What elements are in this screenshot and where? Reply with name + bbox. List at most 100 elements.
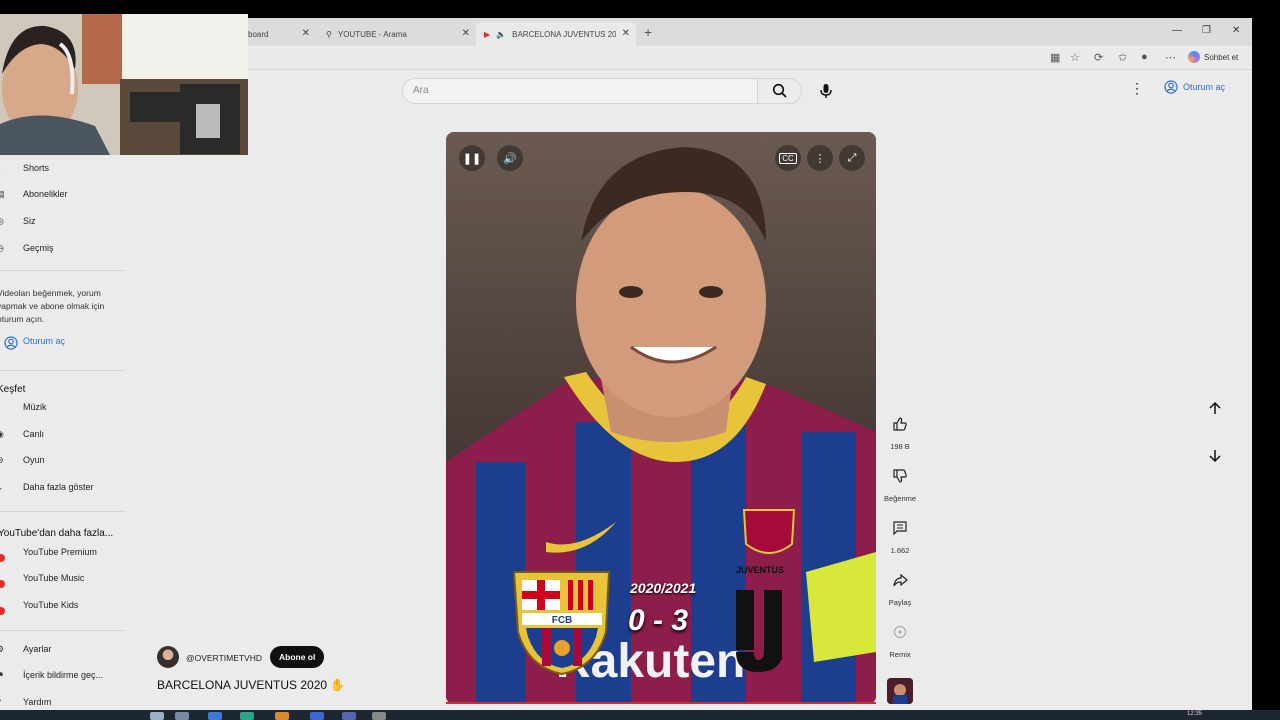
taskbar-clock[interactable]: 12:35 xyxy=(1187,711,1202,717)
webcam-overlay xyxy=(0,14,248,155)
flag-icon: ⚑ xyxy=(0,669,5,680)
divider xyxy=(0,630,126,631)
comment-icon xyxy=(886,514,914,542)
thumbs-up-icon xyxy=(886,410,914,438)
chat-button[interactable]: Sohbet et xyxy=(1188,51,1238,63)
window-close-icon[interactable]: ✕ xyxy=(1232,25,1240,36)
more-options-icon[interactable]: ⋮ xyxy=(1130,80,1144,97)
speaker-icon: 🔈 xyxy=(496,29,507,39)
youtube-music-icon xyxy=(0,580,5,588)
search-button[interactable] xyxy=(758,78,802,104)
sidebar-item-label: Abonelikler xyxy=(23,189,68,199)
expand-icon: ⤢ xyxy=(847,151,857,164)
sidebar-item-label: Oyun xyxy=(23,455,45,465)
remix-icon xyxy=(886,618,914,646)
divider xyxy=(0,511,126,512)
captions-icon: CC xyxy=(779,152,797,164)
tab-barcelona-juventus[interactable]: ▶ 🔈 BARCELONA JUVENTUS 2020 ✕ xyxy=(476,22,636,46)
comment-count: 1.662 xyxy=(890,546,910,555)
voice-search-button[interactable] xyxy=(814,79,838,103)
taskbar-app-icon[interactable] xyxy=(372,712,386,720)
tab-label: YOUTUBE - Arama xyxy=(337,29,407,39)
help-icon: ? xyxy=(0,697,1,707)
score-label: 0 - 3 xyxy=(628,604,689,637)
share-button[interactable]: Paylaş xyxy=(880,566,920,607)
taskbar-app-icon[interactable] xyxy=(310,712,324,720)
account-icon xyxy=(4,336,18,350)
new-tab-button[interactable]: + xyxy=(644,24,652,40)
more-from-youtube-heading: YouTube'dan daha fazla... xyxy=(0,528,114,539)
tab-label: board xyxy=(248,29,269,39)
arrow-up-icon xyxy=(1209,401,1221,414)
taskbar-app-icon[interactable] xyxy=(208,712,222,720)
history-icon: ◷ xyxy=(0,243,4,254)
sidebar-item-label: Müzik xyxy=(23,402,47,412)
signin-note: Videoları beğenmek, yorum yapmak ve abon… xyxy=(0,288,105,324)
volume-icon: 🔊 xyxy=(503,152,517,165)
arrow-down-icon xyxy=(1209,450,1221,463)
share-icon xyxy=(886,566,914,594)
pause-icon: ❚❚ xyxy=(462,152,482,165)
account-icon xyxy=(1164,80,1178,94)
sidebar-item-label: Canlı xyxy=(23,429,45,439)
close-icon[interactable]: ✕ xyxy=(622,28,630,39)
like-count: 198 B xyxy=(890,442,910,451)
thumbs-down-icon xyxy=(886,462,914,490)
remix-label: Remix xyxy=(889,650,911,659)
tab-youtube-search[interactable]: ⚲ YOUTUBE - Arama ✕ xyxy=(318,22,476,46)
live-icon: ◉ xyxy=(0,429,4,440)
taskbar-app-icon[interactable] xyxy=(175,712,189,720)
search-icon: ⚲ xyxy=(326,29,332,39)
close-icon[interactable]: ✕ xyxy=(462,28,470,39)
sidebar-item-label: İçerik bildirme geç... xyxy=(23,670,104,680)
explore-heading: Keşfet xyxy=(0,384,26,395)
sidebar-signin-label: Oturum aç xyxy=(23,336,66,346)
volume-button[interactable]: 🔊 xyxy=(497,145,523,171)
chevron-down-icon: ⌄ xyxy=(0,482,4,493)
captions-button[interactable]: CC xyxy=(775,145,801,171)
taskbar-app-icon[interactable] xyxy=(275,712,289,720)
sidebar-item-label: Ayarlar xyxy=(23,644,52,654)
sidebar-item-label: YouTube Music xyxy=(23,573,85,583)
favorite-star-icon[interactable]: ☆ xyxy=(1070,51,1080,64)
sidebar-item-label: Siz xyxy=(23,216,36,226)
short-title: BARCELONA JUVENTUS 2020 ✋ xyxy=(157,678,346,692)
profile-icon[interactable]: ● xyxy=(1141,51,1148,63)
youtube-kids-icon xyxy=(0,607,5,615)
music-icon: ♪ xyxy=(0,402,1,412)
previous-short-button[interactable] xyxy=(1202,395,1228,421)
subscribe-button[interactable]: Abone ol xyxy=(270,646,325,668)
next-short-button[interactable] xyxy=(1202,443,1228,469)
taskbar-app-icon[interactable] xyxy=(342,712,356,720)
channel-avatar[interactable] xyxy=(157,646,179,668)
taskbar-app-icon[interactable] xyxy=(150,712,164,720)
youtube-premium-icon xyxy=(0,554,5,562)
subscriptions-icon: ▤ xyxy=(0,188,5,199)
search-input[interactable]: Ara xyxy=(402,78,758,104)
favorites-icon[interactable]: ✩ xyxy=(1118,51,1127,64)
menu-dots-icon[interactable]: ⋯ xyxy=(1165,51,1176,64)
pause-button[interactable]: ❚❚ xyxy=(459,145,485,171)
signin-button[interactable]: Oturum aç xyxy=(1164,80,1225,94)
video-progress-bar[interactable] xyxy=(446,702,876,704)
more-vertical-icon: ⋮ xyxy=(814,152,826,165)
channel-handle[interactable]: @OVERTIMETVHD xyxy=(186,653,262,663)
gear-icon: ⚙ xyxy=(0,643,5,654)
season-label: 2020/2021 xyxy=(630,580,697,596)
like-button[interactable]: 198 B xyxy=(880,410,920,451)
remix-button[interactable]: Remix xyxy=(880,618,920,659)
reader-icon[interactable]: ▦ xyxy=(1050,51,1060,64)
fullscreen-button[interactable]: ⤢ xyxy=(839,145,865,171)
restore-icon[interactable]: ❐ xyxy=(1202,25,1211,36)
sidebar-item-label: YouTube Kids xyxy=(23,600,79,610)
extension-icon[interactable]: ⟳ xyxy=(1094,51,1103,64)
minimize-icon[interactable]: — xyxy=(1172,25,1182,36)
audio-thumbnail[interactable] xyxy=(887,678,913,704)
taskbar: 12:35 xyxy=(0,710,1280,720)
comments-button[interactable]: 1.662 xyxy=(880,514,920,555)
player-more-button[interactable]: ⋮ xyxy=(807,145,833,171)
dislike-button[interactable]: Beğenme xyxy=(880,462,920,503)
tab-board[interactable]: board ✕ xyxy=(240,22,316,46)
close-icon[interactable]: ✕ xyxy=(302,28,310,39)
taskbar-app-icon[interactable] xyxy=(240,712,254,720)
